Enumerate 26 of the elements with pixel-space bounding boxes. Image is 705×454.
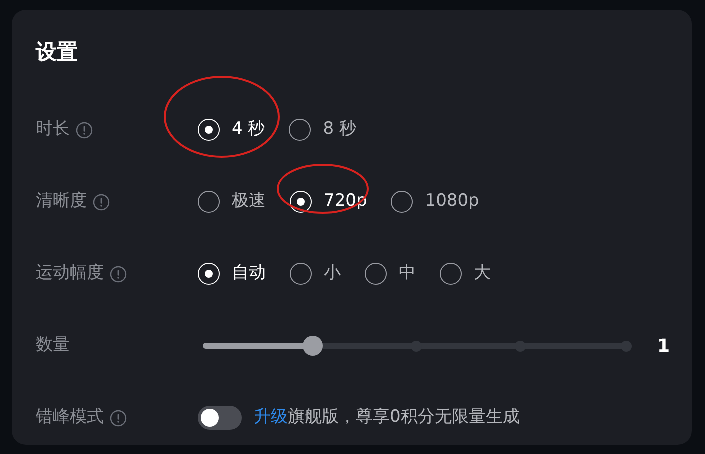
setting-label: 运动幅度 [36, 262, 104, 286]
setting-label: 错峰模式 [36, 406, 104, 430]
radio-button[interactable] [440, 263, 462, 285]
slider-value: 1 [657, 334, 670, 358]
option-label: 大 [474, 262, 491, 286]
setting-label: 清晰度 [36, 190, 87, 214]
toggle-switch[interactable] [198, 406, 242, 430]
slider-stop [621, 340, 632, 352]
option-label: 中 [399, 262, 416, 286]
option-label: 8 秒 [323, 118, 356, 142]
option-label: 小 [324, 262, 341, 286]
radio-button[interactable] [365, 263, 387, 285]
radio-button[interactable] [391, 191, 414, 213]
radio-button[interactable] [289, 119, 312, 141]
card-title: 设置 [36, 39, 79, 66]
setting-label: 时长 [36, 118, 70, 142]
option-label: 4 秒 [232, 118, 266, 142]
upgrade-note: 升级旗舰版，尊享0积分无限量生成 [254, 406, 520, 430]
setting-label: 数量 [36, 334, 70, 358]
option-label: 1080p [425, 190, 480, 214]
upgrade-link[interactable]: 升级 [254, 407, 288, 428]
option-label: 自动 [232, 262, 266, 286]
radio-button[interactable] [198, 191, 220, 213]
option-label: 极速 [232, 190, 266, 214]
slider-thumb[interactable] [303, 336, 324, 356]
radio-button[interactable] [290, 263, 312, 285]
